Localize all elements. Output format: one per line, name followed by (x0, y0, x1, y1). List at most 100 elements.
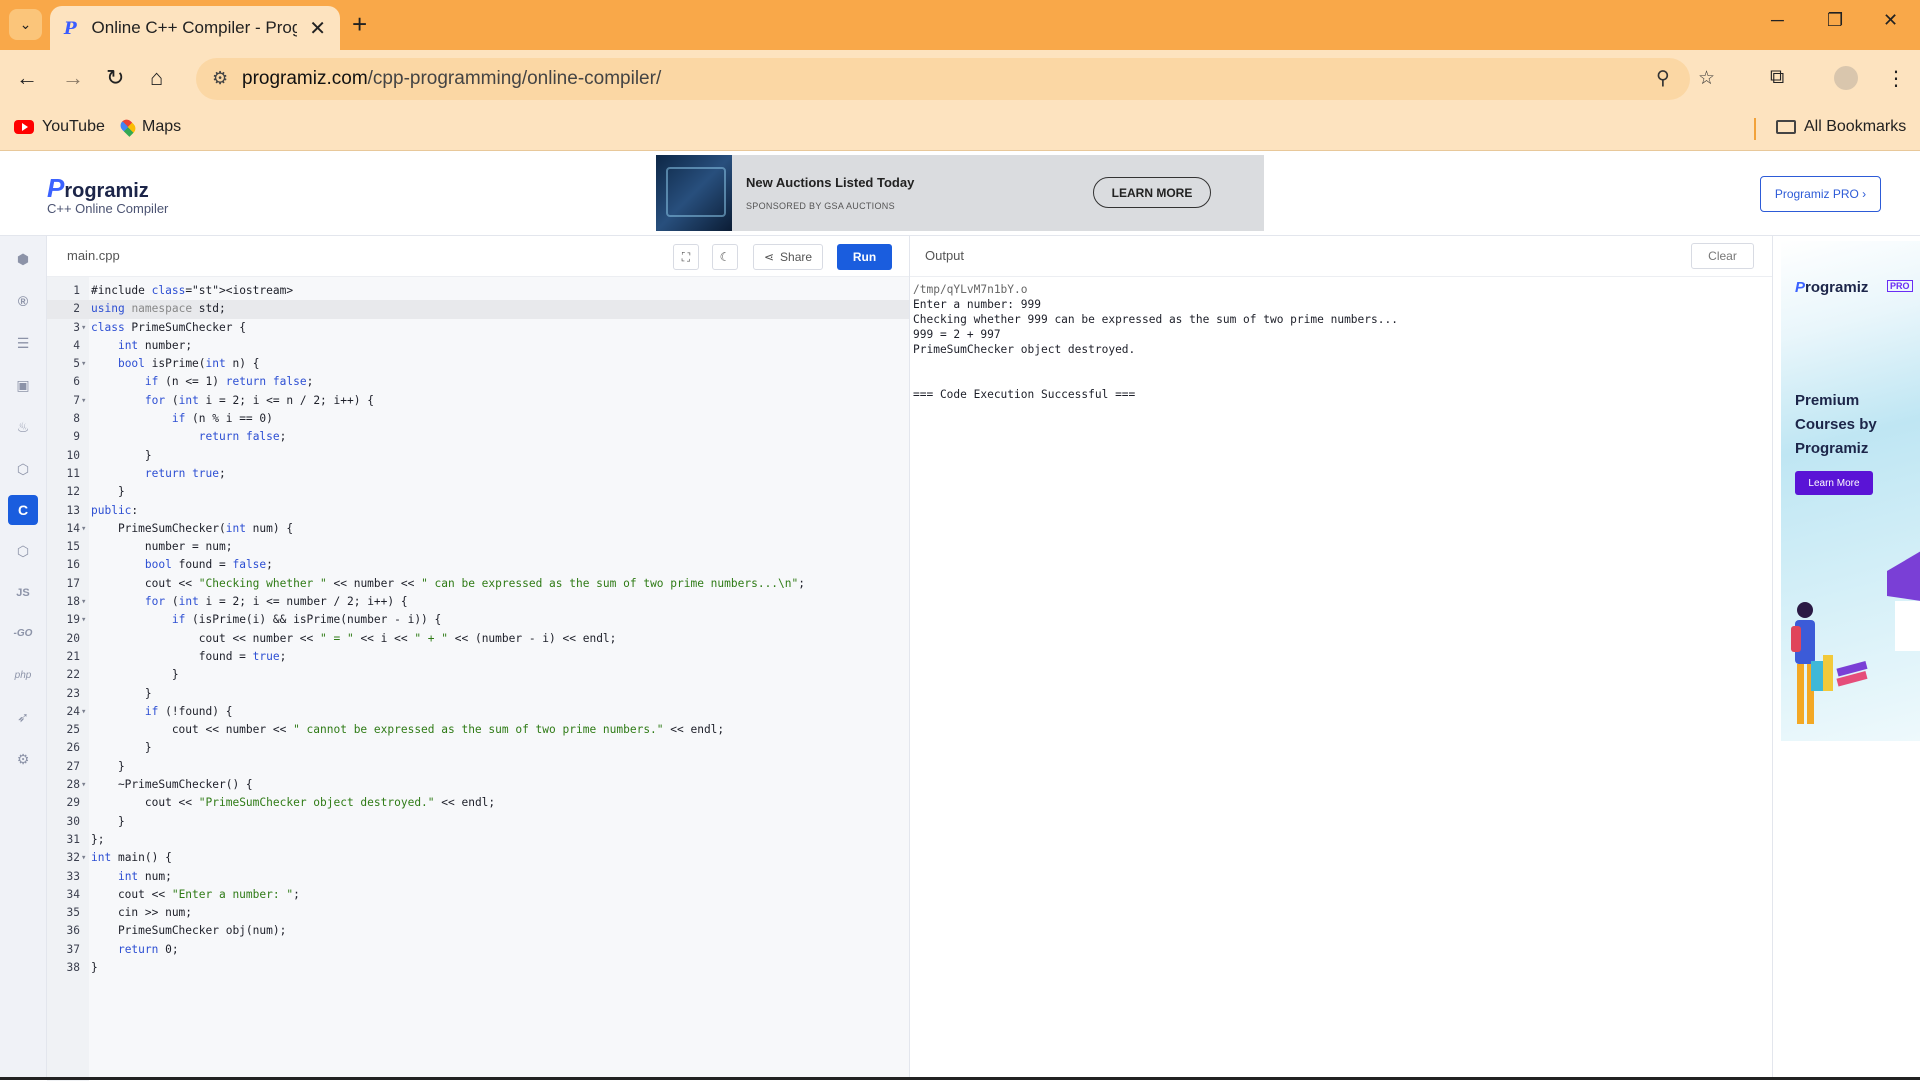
new-tab-button[interactable]: + (352, 11, 367, 37)
cpp-icon[interactable]: C (8, 495, 38, 525)
go-icon[interactable]: -GO (8, 618, 38, 648)
code-editor[interactable]: 1 #include class="st"><iostream> 2 using na… (47, 276, 909, 1081)
home-icon[interactable]: ⌂ (150, 65, 163, 91)
code-line[interactable]: 32 ▾ int main() { (47, 849, 909, 867)
python-icon[interactable]: ⬢ (8, 244, 38, 274)
code-line[interactable]: 4 int number; (47, 337, 909, 355)
code-line[interactable]: 30 } (47, 813, 909, 831)
line-number: 18 (66, 595, 80, 609)
code-line[interactable]: 28 ▾ ~PrimeSumChecker() { (47, 776, 909, 794)
back-icon[interactable]: ← (16, 65, 38, 91)
code-line[interactable]: 34 cout << "Enter a number: "; (47, 886, 909, 904)
code-line[interactable]: 19 ▾ if (isPrime(i) && isPrime(number - i… (47, 611, 909, 629)
bookmark-star-icon[interactable]: ☆ (1698, 67, 1715, 90)
code-line[interactable]: 17 cout << "Checking whether " << number… (47, 575, 909, 593)
dark-mode-icon[interactable]: ☾ (712, 244, 738, 270)
close-tab-icon[interactable]: ✕ (309, 16, 326, 41)
code-line[interactable]: 29 cout << "PrimeSumChecker object destr… (47, 794, 909, 812)
code-line[interactable]: 2 using namespace std; (47, 300, 909, 319)
code-line[interactable]: 20 cout << number << " = " << i << " + "… (47, 630, 909, 648)
code-line[interactable]: 38} (47, 959, 909, 977)
code-line[interactable]: 25 cout << number << " cannot be express… (47, 721, 909, 739)
minimize-icon[interactable]: ─ (1771, 10, 1784, 31)
code-line[interactable]: 27 } (47, 758, 909, 776)
bookmark-maps[interactable]: Maps (118, 117, 181, 137)
url-text[interactable]: programiz.com/cpp-programming/online-com… (242, 68, 661, 90)
code-line[interactable]: 18 ▾ for (int i = 2; i <= number / 2; i++… (47, 593, 909, 611)
extensions-icon[interactable]: ⧉ (1770, 66, 1784, 89)
code-line[interactable]: 12 } (47, 483, 909, 501)
programiz-pro-ad[interactable]: Programiz PRO Premium Courses by Program… (1781, 241, 1920, 741)
code-line[interactable]: 3 ▾ class PrimeSumChecker { (47, 319, 909, 337)
code-line[interactable]: 14 ▾ PrimeSumChecker(int num) { (47, 520, 909, 538)
banner-ad[interactable]: New Auctions Listed Today SPONSORED BY G… (656, 155, 1264, 231)
code-line[interactable]: 9 return false; (47, 428, 909, 446)
sql-icon[interactable]: ☰ (8, 328, 38, 358)
csharp-icon[interactable]: ⬡ (8, 536, 38, 566)
code-line[interactable]: 26 } (47, 739, 909, 757)
code-line[interactable]: 11 return true; (47, 465, 909, 483)
swift-icon[interactable]: ➶ (8, 702, 38, 732)
browser-tab[interactable]: P Online C++ Compiler - Programiz ✕ (50, 6, 340, 50)
code-line[interactable]: 35 cin >> num; (47, 904, 909, 922)
java-icon[interactable]: ♨ (8, 412, 38, 442)
php-icon[interactable]: php (8, 660, 38, 690)
code-line[interactable]: 16 bool found = false; (47, 556, 909, 574)
fold-toggle-icon[interactable]: ▾ (81, 611, 86, 629)
site-info-icon[interactable]: ⚙ (212, 68, 228, 89)
close-window-icon[interactable]: ✕ (1883, 10, 1898, 31)
code-line[interactable]: 7 ▾ for (int i = 2; i <= n / 2; i++) { (47, 392, 909, 410)
js-icon[interactable]: JS (8, 578, 38, 608)
fold-toggle-icon[interactable]: ▾ (81, 520, 86, 538)
forward-icon[interactable]: → (62, 65, 84, 91)
all-bookmarks-button[interactable]: All Bookmarks (1776, 118, 1906, 136)
code-line[interactable]: 37 return 0; (47, 941, 909, 959)
code-lines[interactable]: 1 #include class="st"><iostream> 2 using na… (47, 282, 909, 977)
fold-toggle-icon[interactable]: ▾ (81, 319, 86, 337)
code-line[interactable]: 31}; (47, 831, 909, 849)
programiz-pro-button[interactable]: Programiz PRO › (1760, 176, 1881, 212)
code-line[interactable]: 24 ▾ if (!found) { (47, 703, 909, 721)
ad-learn-more-button[interactable]: LEARN MORE (1093, 177, 1211, 208)
line-number: 29 (66, 796, 80, 810)
code-line[interactable]: 22 } (47, 666, 909, 684)
restore-icon[interactable]: ❐ (1827, 10, 1843, 31)
share-button[interactable]: ⋖ Share (753, 244, 823, 270)
clear-button[interactable]: Clear (1691, 243, 1754, 269)
html-icon[interactable]: ▣ (8, 370, 38, 400)
code-line[interactable]: 33 int num; (47, 868, 909, 886)
line-number: 10 (66, 448, 80, 462)
fold-toggle-icon[interactable]: ▾ (81, 703, 86, 721)
reload-icon[interactable]: ↻ (106, 65, 124, 91)
fold-toggle-icon[interactable]: ▾ (81, 593, 86, 611)
code-line[interactable]: 36 PrimeSumChecker obj(num); (47, 922, 909, 940)
profile-avatar[interactable] (1834, 66, 1858, 90)
output-console[interactable]: /tmp/qYLvM7n1bY.o Enter a number: 999 Chec… (910, 276, 1772, 1080)
code-line[interactable]: 10 } (47, 447, 909, 465)
fullscreen-icon[interactable]: ⛶ (673, 244, 699, 270)
c-icon[interactable]: ⬡ (8, 454, 38, 484)
code-line[interactable]: 21 found = true; (47, 648, 909, 666)
r-icon[interactable]: ® (8, 286, 38, 316)
code-line[interactable]: 13 public: (47, 502, 909, 520)
fold-toggle-icon[interactable]: ▾ (81, 392, 86, 410)
tab-search-button[interactable]: ⌄ (9, 9, 42, 40)
bookmark-youtube[interactable]: YouTube (14, 118, 105, 136)
code-line[interactable]: 23 } (47, 685, 909, 703)
file-tab[interactable]: main.cpp (67, 248, 120, 263)
omnibox[interactable]: ⚙ programiz.com/cpp-programming/online-c… (196, 58, 1715, 100)
code-line[interactable]: 15 number = num; (47, 538, 909, 556)
fold-toggle-icon[interactable]: ▾ (81, 849, 86, 867)
code-line[interactable]: 5 ▾ bool isPrime(int n) { (47, 355, 909, 373)
run-button[interactable]: Run (837, 244, 892, 270)
code-line[interactable]: 1 #include class="st"><iostream> (47, 282, 909, 300)
fold-toggle-icon[interactable]: ▾ (81, 355, 86, 373)
ad-learn-more-button[interactable]: Learn More (1795, 471, 1873, 495)
zoom-icon[interactable]: ⚲ (1656, 67, 1670, 90)
menu-icon[interactable]: ⋮ (1886, 66, 1906, 91)
programiz-logo[interactable]: Programiz (47, 173, 149, 204)
code-line[interactable]: 8 if (n % i == 0) (47, 410, 909, 428)
code-line[interactable]: 6 if (n <= 1) return false; (47, 373, 909, 391)
rust-icon[interactable]: ⚙ (8, 744, 38, 774)
fold-toggle-icon[interactable]: ▾ (81, 776, 86, 794)
